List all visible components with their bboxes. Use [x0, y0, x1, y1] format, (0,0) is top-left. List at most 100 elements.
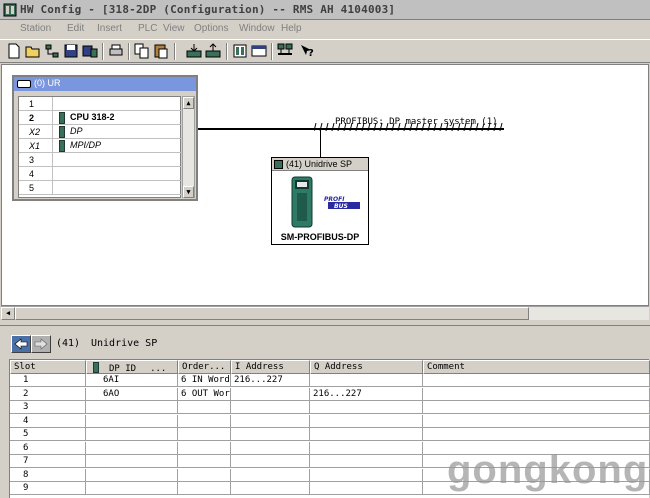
menu-edit[interactable]: Edit — [67, 23, 84, 34]
col-header-dpid[interactable]: DP ID... — [86, 360, 178, 374]
back-button[interactable] — [11, 335, 31, 353]
table-row[interactable]: 4 — [10, 414, 650, 428]
cell-order[interactable] — [178, 482, 231, 495]
cell-i-address[interactable] — [231, 441, 310, 455]
cell-slot[interactable]: 5 — [10, 428, 86, 441]
cell-q-address[interactable] — [310, 401, 423, 414]
rack-scrollbar[interactable]: ▲ ▼ — [182, 96, 195, 198]
cell-slot[interactable]: 3 — [10, 401, 86, 414]
scroll-thumb[interactable] — [15, 307, 529, 320]
cell-slot[interactable]: 9 — [10, 482, 86, 495]
forward-button[interactable] — [31, 335, 51, 353]
cell-slot[interactable]: 4 — [10, 414, 86, 428]
cell-dpid[interactable] — [86, 455, 178, 468]
dp-slave-unidrive[interactable]: (41) Unidrive SP PROFI BUS SM-PROFIBUS-D… — [271, 157, 369, 245]
cell-comment[interactable] — [423, 428, 650, 441]
cell-i-address[interactable] — [231, 428, 310, 441]
scroll-left-icon[interactable]: ◀ — [1, 307, 15, 320]
cell-i-address[interactable]: 216...227 — [231, 374, 310, 387]
rack-window[interactable]: (0) UR 1 2 CPU 318-2 X2 DP X1 MPI/DP 3 4… — [12, 75, 198, 201]
table-row[interactable]: 3 — [10, 401, 650, 414]
cell-dpid[interactable] — [86, 401, 178, 414]
workspace-hscrollbar[interactable]: ◀ — [1, 306, 649, 320]
rack-row[interactable]: 5 — [19, 181, 182, 195]
table-icon[interactable] — [251, 43, 267, 59]
menu-help[interactable]: Help — [281, 23, 302, 34]
cell-order[interactable] — [178, 455, 231, 468]
rack-row[interactable]: 1 — [19, 97, 182, 111]
cell-q-address[interactable] — [310, 428, 423, 441]
cell-dpid[interactable] — [86, 414, 178, 428]
cell-dpid[interactable]: 6AO — [86, 387, 178, 401]
upload-icon[interactable] — [205, 43, 221, 59]
rack-row[interactable]: 4 — [19, 167, 182, 181]
rack-row[interactable]: X1 MPI/DP — [19, 139, 182, 153]
cell-dpid[interactable] — [86, 482, 178, 495]
paste-icon[interactable] — [153, 43, 169, 59]
menu-plc[interactable]: PLC — [138, 23, 157, 34]
save-compile-icon[interactable] — [82, 43, 98, 59]
open-icon[interactable] — [25, 43, 41, 59]
cell-q-address[interactable] — [310, 441, 423, 455]
cell-q-address[interactable] — [310, 482, 423, 495]
cell-order[interactable] — [178, 441, 231, 455]
cell-i-address[interactable] — [231, 401, 310, 414]
rack-title-bar[interactable]: (0) UR — [14, 77, 196, 91]
catalog-icon[interactable] — [232, 43, 248, 59]
help-icon[interactable]: ? — [299, 43, 315, 59]
cell-comment[interactable] — [423, 401, 650, 414]
network-icon[interactable] — [44, 43, 60, 59]
cell-dpid[interactable] — [86, 428, 178, 441]
rack-row[interactable]: 3 — [19, 153, 182, 167]
cell-slot[interactable]: 1 — [10, 374, 86, 387]
menu-window[interactable]: Window — [239, 23, 275, 34]
cell-slot[interactable]: 6 — [10, 441, 86, 455]
menu-station[interactable]: Station — [20, 23, 51, 34]
pane-splitter[interactable] — [0, 320, 650, 326]
col-header-i-address[interactable]: I Address — [231, 360, 310, 374]
cell-slot[interactable]: 8 — [10, 468, 86, 482]
profibus-label[interactable]: PROFIBUS: DP master system (1) — [335, 117, 498, 127]
cell-i-address[interactable] — [231, 414, 310, 428]
cell-order[interactable] — [178, 401, 231, 414]
cell-q-address[interactable] — [310, 374, 423, 387]
cell-comment[interactable] — [423, 414, 650, 428]
scroll-down-icon[interactable]: ▼ — [183, 186, 194, 198]
cell-q-address[interactable] — [310, 414, 423, 428]
cell-q-address[interactable] — [310, 455, 423, 468]
cell-i-address[interactable] — [231, 387, 310, 401]
cell-comment[interactable] — [423, 387, 650, 401]
table-row[interactable]: 2 6AO 6 OUT Word 216...227 — [10, 387, 650, 401]
cell-dpid[interactable]: 6AI — [86, 374, 178, 387]
cell-dpid[interactable] — [86, 468, 178, 482]
col-header-slot[interactable]: Slot — [10, 360, 86, 374]
cell-order[interactable]: 6 OUT Word — [178, 387, 231, 401]
rack-row[interactable]: 2 CPU 318-2 — [19, 111, 182, 125]
col-header-q-address[interactable]: Q Address — [310, 360, 423, 374]
cell-i-address[interactable] — [231, 468, 310, 482]
cell-order[interactable] — [178, 428, 231, 441]
cell-order[interactable] — [178, 414, 231, 428]
cell-q-address[interactable]: 216...227 — [310, 387, 423, 401]
copy-icon[interactable] — [134, 43, 150, 59]
cell-order[interactable] — [178, 468, 231, 482]
print-icon[interactable] — [108, 43, 124, 59]
cell-i-address[interactable] — [231, 455, 310, 468]
cell-slot[interactable]: 2 — [10, 387, 86, 401]
cell-order[interactable]: 6 IN Words — [178, 374, 231, 387]
menu-options[interactable]: Options — [194, 23, 228, 34]
new-icon[interactable] — [6, 43, 22, 59]
cell-dpid[interactable] — [86, 441, 178, 455]
cell-i-address[interactable] — [231, 482, 310, 495]
rack-row[interactable]: X2 DP — [19, 125, 182, 139]
cell-slot[interactable]: 7 — [10, 455, 86, 468]
col-header-order[interactable]: Order... — [178, 360, 231, 374]
cell-q-address[interactable] — [310, 468, 423, 482]
col-header-comment[interactable]: Comment — [423, 360, 650, 374]
save-icon[interactable] — [63, 43, 79, 59]
scroll-up-icon[interactable]: ▲ — [183, 97, 194, 109]
download-icon[interactable] — [186, 43, 202, 59]
table-row[interactable]: 5 — [10, 428, 650, 441]
menu-insert[interactable]: Insert — [97, 23, 122, 34]
network-config-icon[interactable] — [277, 43, 293, 59]
